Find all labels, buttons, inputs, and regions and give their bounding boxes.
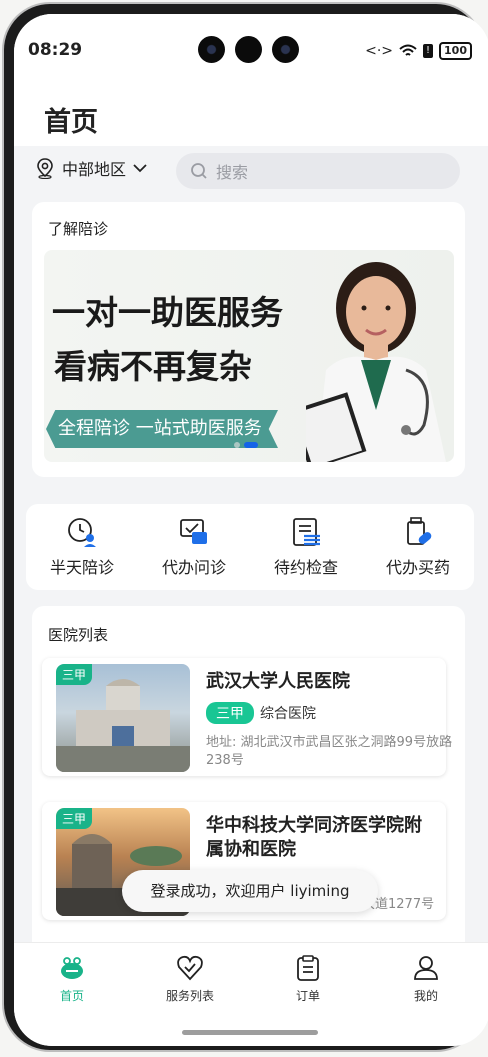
service-label: 代办问诊 [161, 558, 226, 577]
hospital-badge: 三甲 [56, 664, 93, 685]
search-icon [191, 163, 207, 179]
login-toast: 登录成功，欢迎用户 liyiming [122, 870, 378, 912]
page-title: 首页 [44, 107, 98, 138]
hospital-type: 综合医院 [260, 706, 316, 722]
tab-label: 服务列表 [165, 989, 214, 1003]
wifi-icon [399, 44, 417, 56]
carousel-dot-active[interactable] [244, 442, 258, 448]
heart-check-icon [177, 955, 203, 981]
user-icon [414, 956, 438, 980]
hospital-list-card: 医院列表 三甲 武汉大学人民医院 三甲 综合医院 地址: 湖北武汉市武昌区张之洞… [32, 606, 465, 966]
chevron-down-icon [133, 164, 147, 173]
tab-mine[interactable]: 我的 [386, 955, 466, 1004]
hospital-badge: 三甲 [56, 808, 93, 829]
tab-services[interactable]: 服务列表 [150, 955, 230, 1004]
clipboard-icon [297, 955, 319, 981]
about-title: 了解陪诊 [48, 220, 109, 238]
alert-icon: ! [423, 44, 434, 58]
home-bee-icon [61, 957, 83, 979]
search-bar[interactable]: 搜索 [176, 153, 460, 189]
hospital-photo: 三甲 [56, 664, 190, 772]
phone-frame: 08:29 <·> ! 100 首页 中部地区 搜索 了解陪诊 一对一助医服务 … [4, 4, 488, 1050]
service-item-medicine[interactable]: 代办买药 [368, 516, 468, 578]
service-grid: 半天陪诊 代办问诊 待约检查 代办买药 [26, 504, 474, 590]
address-label: 地址: [206, 735, 237, 750]
search-input[interactable]: 搜索 [216, 159, 248, 183]
promo-banner[interactable]: 一对一助医服务 看病不再复杂 全程陪诊 一站式助医服务 [44, 250, 454, 462]
address-text: 湖北武汉市武昌区张之洞路99号放路238号 [206, 735, 453, 768]
tab-label: 首页 [59, 989, 84, 1003]
tab-label: 我的 [413, 989, 438, 1003]
service-label: 代办买药 [385, 558, 450, 577]
home-indicator[interactable] [182, 1030, 318, 1035]
carousel-dot[interactable] [234, 442, 240, 448]
tab-label: 订单 [295, 989, 320, 1003]
location-selector[interactable]: 中部地区 [34, 156, 148, 180]
tab-home[interactable]: 首页 [32, 955, 112, 1004]
status-bar: 08:29 <·> ! 100 [14, 14, 488, 66]
service-label: 半天陪诊 [49, 558, 114, 577]
carousel-dots[interactable] [234, 442, 258, 448]
hospital-name: 华中科技大学同济医学院附属协和医院 [206, 815, 422, 860]
medicine-icon [407, 517, 432, 545]
service-item-exam[interactable]: 待约检查 [256, 516, 356, 578]
camera-icon [272, 36, 299, 63]
chat-consult-icon [180, 519, 207, 544]
status-time: 08:29 [28, 40, 83, 60]
banner-headline-1: 一对一助医服务 [52, 293, 283, 332]
exam-list-icon [293, 518, 320, 546]
hospital-item[interactable]: 三甲 武汉大学人民医院 三甲 综合医院 地址: 湖北武汉市武昌区张之洞路99号放… [42, 658, 452, 776]
hospital-list-title: 医院列表 [48, 626, 109, 644]
hospital-name: 武汉大学人民医院 [206, 671, 350, 692]
sensor-icon [235, 36, 262, 63]
camera-cutout [198, 36, 299, 63]
status-icons: <·> ! 100 [365, 42, 472, 60]
nfc-icon: <·> [365, 43, 394, 59]
location-pin-icon [37, 158, 53, 179]
hospital-level-tag: 三甲 [206, 702, 254, 724]
banner-headline-2: 看病不再复杂 [54, 347, 252, 386]
page-header: 首页 [14, 66, 488, 146]
service-item-consult[interactable]: 代办问诊 [144, 516, 244, 578]
tab-orders[interactable]: 订单 [268, 955, 348, 1004]
screen: 08:29 <·> ! 100 首页 中部地区 搜索 了解陪诊 一对一助医服务 … [14, 14, 488, 1046]
location-label: 中部地区 [62, 160, 127, 179]
service-item-half-day[interactable]: 半天陪诊 [32, 516, 132, 578]
clock-person-icon [68, 518, 96, 547]
about-card: 了解陪诊 一对一助医服务 看病不再复杂 全程陪诊 一站式助医服务 [32, 202, 465, 477]
battery-indicator: 100 [439, 42, 472, 60]
hospital-address: 地址: 湖北武汉市武昌区张之洞路99号放路238号 [206, 734, 454, 770]
doctor-illustration [306, 262, 446, 462]
camera-icon [198, 36, 225, 63]
service-label: 待约检查 [273, 558, 338, 577]
